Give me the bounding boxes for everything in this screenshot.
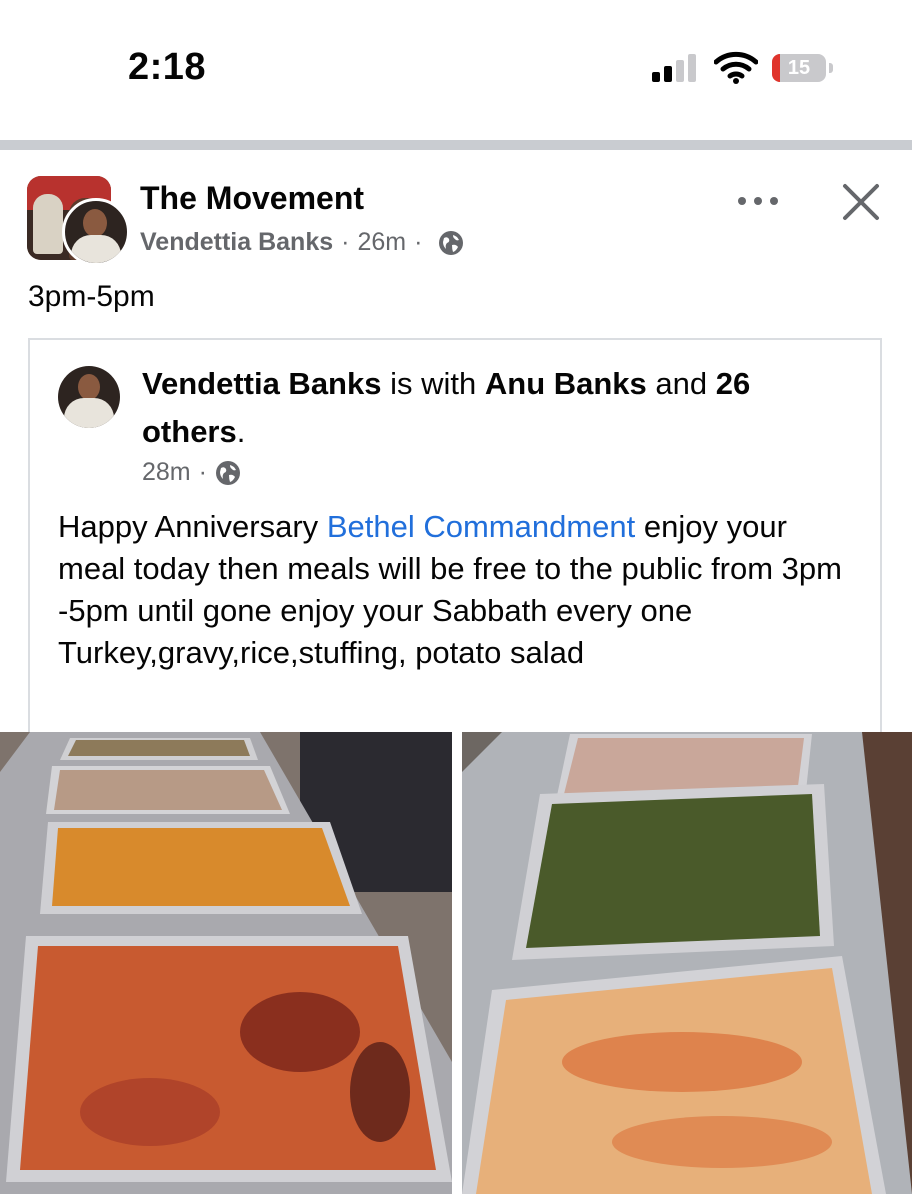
meta-separator: · (341, 228, 350, 256)
more-dots-icon (738, 197, 746, 205)
cellular-signal-icon (652, 54, 696, 82)
battery-level: 15 (787, 57, 811, 79)
meta-separator: · (198, 458, 207, 486)
section-divider (0, 140, 912, 150)
with-text: is with (390, 366, 477, 401)
shared-post-card[interactable]: Vendettia Banks is with Anu Banks and 26… (28, 338, 882, 758)
clock: 2:18 (128, 46, 207, 88)
shared-post-header: Vendettia Banks is with Anu Banks and 26… (142, 360, 852, 456)
shared-author-link[interactable]: Vendettia Banks (142, 366, 381, 401)
food-photo-left[interactable] (0, 732, 452, 1194)
close-icon[interactable] (840, 181, 882, 223)
author-avatar[interactable] (62, 198, 130, 266)
wifi-icon (714, 51, 758, 84)
shared-author-avatar[interactable] (58, 366, 120, 428)
post-text: 3pm-5pm (28, 280, 155, 313)
and-text: and (655, 366, 708, 401)
shared-post-timestamp[interactable]: 28m (142, 458, 191, 487)
more-options-button[interactable] (738, 186, 778, 216)
tagged-user-link[interactable]: Anu Banks (485, 366, 647, 401)
battery-indicator: 15 (772, 54, 834, 84)
food-photo-right[interactable] (462, 732, 912, 1194)
author-name-link[interactable]: Vendettia Banks (140, 228, 333, 257)
body-text-start: Happy Anniversary (58, 509, 327, 544)
mentioned-page-link[interactable]: Bethel Commandment (327, 509, 635, 544)
shared-post-body: Happy Anniversary Bethel Commandment enj… (58, 506, 858, 674)
meta-separator: · (414, 228, 423, 256)
globe-icon (439, 230, 464, 255)
group-name-link[interactable]: The Movement (140, 180, 364, 217)
post-meta: Vendettia Banks · 26m · (140, 228, 464, 257)
header-period: . (236, 414, 246, 449)
post-timestamp[interactable]: 26m (357, 228, 406, 257)
globe-icon (215, 460, 240, 485)
shared-post-meta: 28m · (142, 458, 241, 487)
status-bar: 2:18 15 (0, 0, 912, 140)
